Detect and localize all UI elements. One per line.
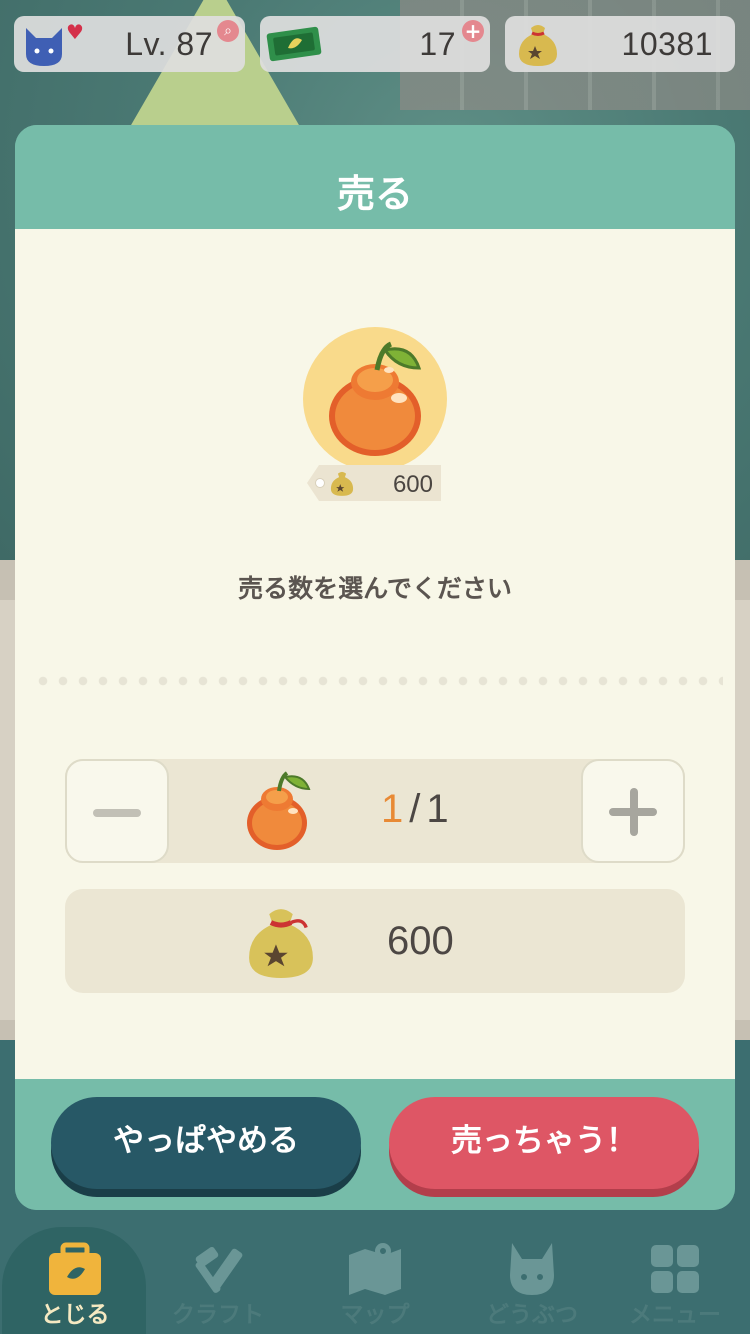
nav-item-craft[interactable]: クラフト xyxy=(143,1215,293,1334)
total-value: 600 xyxy=(387,919,454,963)
sell-prompt: 売る数を選んでください xyxy=(238,574,512,603)
heart-icon: ♥ xyxy=(66,20,84,44)
nav-item-map[interactable]: マップ xyxy=(300,1215,450,1334)
player-level-indicator[interactable]: ♥ Lv. 87 ⌕ xyxy=(14,16,245,72)
dialog-body: 600 売る数を選んでください 1/1 600 xyxy=(15,229,735,1079)
level-value: Lv. 87 xyxy=(125,26,213,62)
nav-label-close: とじる xyxy=(40,1302,110,1328)
bottom-navigation: とじる クラフト マップ どうぶつ メニュー xyxy=(0,1215,750,1334)
bells-counter: 10381 xyxy=(505,16,735,72)
plus-icon-stroke xyxy=(630,788,638,836)
cat-head-icon xyxy=(26,28,62,66)
nav-item-close[interactable]: とじる xyxy=(0,1215,150,1334)
nav-item-menu[interactable]: メニュー xyxy=(600,1215,750,1334)
leaf-ticket-icon xyxy=(266,26,322,62)
nav-label-craft: クラフト xyxy=(172,1302,264,1328)
nav-label-menu: メニュー xyxy=(629,1302,721,1328)
quantity-stepper: 1/1 xyxy=(65,759,685,863)
nav-label-map: マップ xyxy=(340,1302,410,1328)
magnifier-icon[interactable]: ⌕ xyxy=(217,20,239,42)
dialog-header: 売る xyxy=(15,125,735,229)
sell-button[interactable]: 売っちゃう！ xyxy=(389,1097,699,1189)
hammer-saw-icon xyxy=(195,1246,243,1293)
animal-head-icon xyxy=(510,1243,554,1295)
quantity-max: 1 xyxy=(426,787,449,831)
sell-total: 600 xyxy=(65,889,685,993)
bell-bag-icon xyxy=(519,25,557,66)
dialog-title: 売る xyxy=(336,172,413,216)
price-tag-hole xyxy=(315,478,325,488)
tickets-value: 17 xyxy=(419,26,456,62)
dotted-divider xyxy=(33,675,723,687)
dialog-footer: やっぱやめる 売っちゃう！ xyxy=(15,1079,735,1210)
bell-bag-icon xyxy=(330,471,354,496)
nav-label-animals: どうぶつ xyxy=(486,1302,578,1328)
increase-button[interactable] xyxy=(581,759,685,863)
orange-icon xyxy=(329,341,422,456)
quantity-current: 1 xyxy=(381,787,404,831)
quantity-separator: / xyxy=(409,787,421,831)
sell-dialog: 売る 600 売る数を選んでください 1 / 1 600 やっぱやめる 売っちゃ… xyxy=(15,125,735,1210)
leaf-ticket-counter[interactable]: 17 + xyxy=(260,16,490,72)
add-tickets-icon[interactable]: + xyxy=(462,20,484,42)
item-price: 600 xyxy=(392,471,433,498)
quantity-display: 1/1 xyxy=(381,787,449,832)
orange-icon xyxy=(247,771,311,850)
bell-bag-icon xyxy=(249,909,313,978)
minus-icon xyxy=(93,809,141,817)
nav-item-animals[interactable]: どうぶつ xyxy=(457,1215,607,1334)
suitcase-icon xyxy=(49,1242,101,1295)
cancel-button[interactable]: やっぱやめる xyxy=(51,1097,361,1189)
decrease-button[interactable] xyxy=(65,759,169,863)
map-icon xyxy=(349,1243,401,1295)
grid-menu-icon xyxy=(651,1245,699,1293)
bells-value: 10381 xyxy=(621,26,713,62)
